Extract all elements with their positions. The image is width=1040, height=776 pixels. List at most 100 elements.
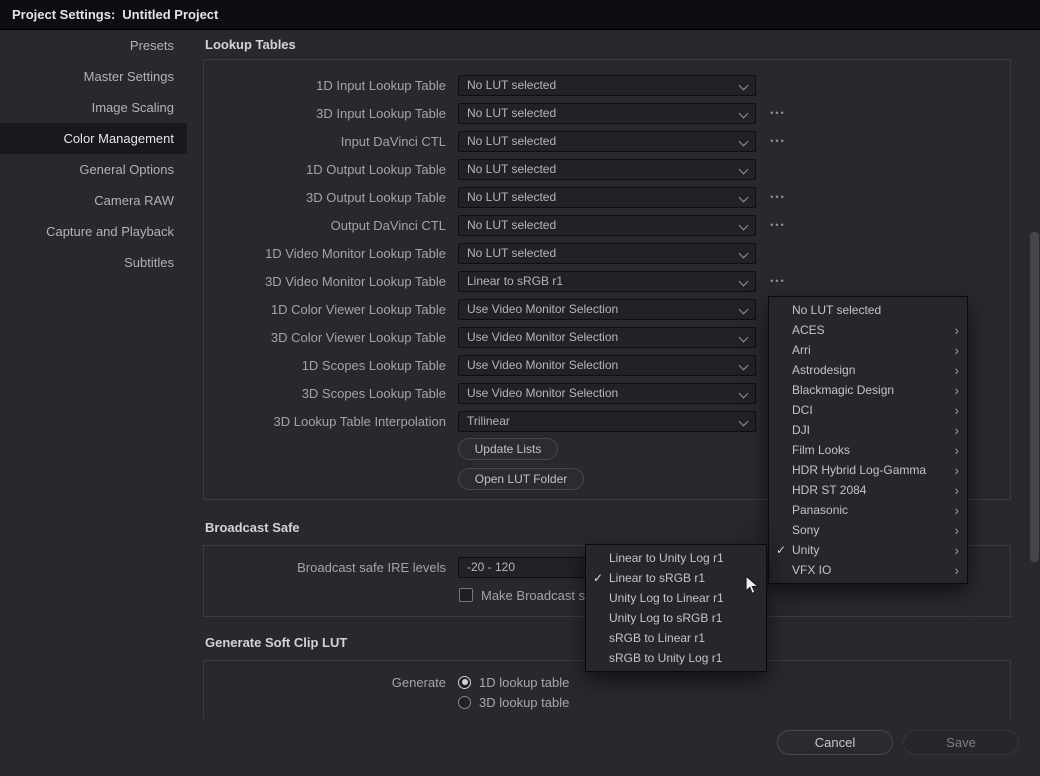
lut-row: 1D Output Lookup TableNo LUT selected•••	[204, 155, 1010, 183]
lut-row: 3D Output Lookup TableNo LUT selected•••	[204, 183, 1010, 211]
sidebar-item-image-scaling[interactable]: Image Scaling	[0, 92, 187, 123]
menu-item[interactable]: Sony›	[769, 520, 967, 540]
dropdown-value: No LUT selected	[467, 190, 556, 204]
chevron-down-icon	[739, 276, 749, 286]
menu-item-label: Sony	[792, 523, 951, 537]
menu-item[interactable]: Arri›	[769, 340, 967, 360]
menu-item[interactable]: HDR Hybrid Log-Gamma›	[769, 460, 967, 480]
update-lists-button[interactable]: Update Lists	[458, 438, 558, 460]
vertical-scrollbar-thumb[interactable]	[1030, 232, 1039, 562]
sidebar-item-subtitles[interactable]: Subtitles	[0, 247, 187, 278]
menu-item[interactable]: Film Looks›	[769, 440, 967, 460]
chevron-down-icon	[739, 220, 749, 230]
lut-dropdown[interactable]: No LUT selected	[458, 75, 756, 96]
more-options-button[interactable]: •••	[765, 108, 791, 118]
chevron-down-icon	[739, 136, 749, 146]
row-label: 1D Scopes Lookup Table	[204, 358, 446, 373]
lut-row: Output DaVinci CTLNo LUT selected•••	[204, 211, 1010, 239]
lut-dropdown[interactable]: No LUT selected	[458, 103, 756, 124]
menu-item[interactable]: DJI›	[769, 420, 967, 440]
more-options-button[interactable]: •••	[765, 192, 791, 202]
radio-option[interactable]: 1D lookup table	[458, 672, 569, 692]
row-label: 1D Input Lookup Table	[204, 78, 446, 93]
lut-dropdown[interactable]: Use Video Monitor Selection	[458, 355, 756, 376]
menu-item-label: Unity Log to Linear r1	[609, 591, 750, 605]
submenu-arrow-icon: ›	[951, 403, 959, 417]
sidebar-item-color-management[interactable]: Color Management	[0, 123, 187, 154]
dropdown-value: No LUT selected	[467, 162, 556, 176]
sidebar-item-capture-and-playback[interactable]: Capture and Playback	[0, 216, 187, 247]
menu-item[interactable]: Unity Log to Linear r1	[586, 588, 766, 608]
submenu-arrow-icon: ›	[951, 483, 959, 497]
submenu-arrow-icon: ›	[951, 383, 959, 397]
radio-icon[interactable]	[458, 696, 471, 709]
cancel-button[interactable]: Cancel	[777, 730, 893, 755]
project-name: Untitled Project	[122, 7, 218, 22]
row-label: 3D Scopes Lookup Table	[204, 386, 446, 401]
menu-item[interactable]: Astrodesign›	[769, 360, 967, 380]
dropdown-value: No LUT selected	[467, 106, 556, 120]
menu-item-label: DJI	[792, 423, 951, 437]
lut-dropdown[interactable]: Use Video Monitor Selection	[458, 383, 756, 404]
lut-dropdown[interactable]: No LUT selected	[458, 187, 756, 208]
row-label: Broadcast safe IRE levels	[204, 560, 446, 575]
menu-item[interactable]: sRGB to Unity Log r1	[586, 648, 766, 668]
row-label: 1D Video Monitor Lookup Table	[204, 246, 446, 261]
sidebar-item-presets[interactable]: Presets	[0, 30, 187, 61]
section-title-lookup-tables: Lookup Tables	[205, 37, 296, 52]
row-label: 1D Color Viewer Lookup Table	[204, 302, 446, 317]
generate-options: 1D lookup table3D lookup table	[458, 672, 569, 712]
more-options-button[interactable]: •••	[765, 136, 791, 146]
lut-dropdown[interactable]: No LUT selected	[458, 243, 756, 264]
lut-dropdown[interactable]: Use Video Monitor Selection	[458, 299, 756, 320]
menu-item[interactable]: Unity Log to sRGB r1	[586, 608, 766, 628]
menu-item[interactable]: ✓Linear to sRGB r1	[586, 568, 766, 588]
dropdown-value: Trilinear	[467, 414, 510, 428]
chevron-down-icon	[739, 248, 749, 258]
more-options-button[interactable]: •••	[765, 220, 791, 230]
menu-item-label: Linear to sRGB r1	[609, 571, 750, 585]
menu-item[interactable]: ✓Unity›	[769, 540, 967, 560]
dropdown-value: No LUT selected	[467, 246, 556, 260]
open-lut-folder-button[interactable]: Open LUT Folder	[458, 468, 584, 490]
radio-option[interactable]: 3D lookup table	[458, 692, 569, 712]
chevron-down-icon	[739, 192, 749, 202]
dropdown-value: Use Video Monitor Selection	[467, 302, 618, 316]
dropdown-value: No LUT selected	[467, 134, 556, 148]
menu-item[interactable]: No LUT selected	[769, 300, 967, 320]
lut-dropdown[interactable]: Use Video Monitor Selection	[458, 327, 756, 348]
sidebar-item-camera-raw[interactable]: Camera RAW	[0, 185, 187, 216]
menu-item[interactable]: HDR ST 2084›	[769, 480, 967, 500]
sidebar: PresetsMaster SettingsImage ScalingColor…	[0, 30, 187, 776]
radio-icon[interactable]	[458, 676, 471, 689]
more-options-button[interactable]: •••	[765, 276, 791, 286]
menu-item[interactable]: Blackmagic Design›	[769, 380, 967, 400]
dropdown-value: Use Video Monitor Selection	[467, 358, 618, 372]
lut-dropdown[interactable]: No LUT selected	[458, 131, 756, 152]
lut-dropdown[interactable]: No LUT selected	[458, 215, 756, 236]
sidebar-item-general-options[interactable]: General Options	[0, 154, 187, 185]
chevron-down-icon	[739, 108, 749, 118]
menu-item[interactable]: sRGB to Linear r1	[586, 628, 766, 648]
chevron-down-icon	[739, 80, 749, 90]
submenu-arrow-icon: ›	[951, 423, 959, 437]
broadcast-safe-checkbox[interactable]	[459, 588, 473, 602]
menu-item-label: Arri	[792, 343, 951, 357]
lut-dropdown[interactable]: No LUT selected	[458, 159, 756, 180]
menu-item[interactable]: ACES›	[769, 320, 967, 340]
chevron-down-icon	[739, 360, 749, 370]
sidebar-item-master-settings[interactable]: Master Settings	[0, 61, 187, 92]
submenu-arrow-icon: ›	[951, 543, 959, 557]
menu-item[interactable]: Linear to Unity Log r1	[586, 548, 766, 568]
chevron-down-icon	[739, 164, 749, 174]
menu-item[interactable]: DCI›	[769, 400, 967, 420]
menu-item[interactable]: VFX IO›	[769, 560, 967, 580]
menu-item[interactable]: Panasonic›	[769, 500, 967, 520]
menu-item-label: ACES	[792, 323, 951, 337]
submenu-arrow-icon: ›	[951, 363, 959, 377]
generate-row: Generate 1D lookup table3D lookup table	[204, 672, 1010, 712]
save-button[interactable]: Save	[903, 730, 1019, 755]
lut-dropdown[interactable]: Linear to sRGB r1	[458, 271, 756, 292]
lut-dropdown[interactable]: Trilinear	[458, 411, 756, 432]
menu-item-label: HDR ST 2084	[792, 483, 951, 497]
